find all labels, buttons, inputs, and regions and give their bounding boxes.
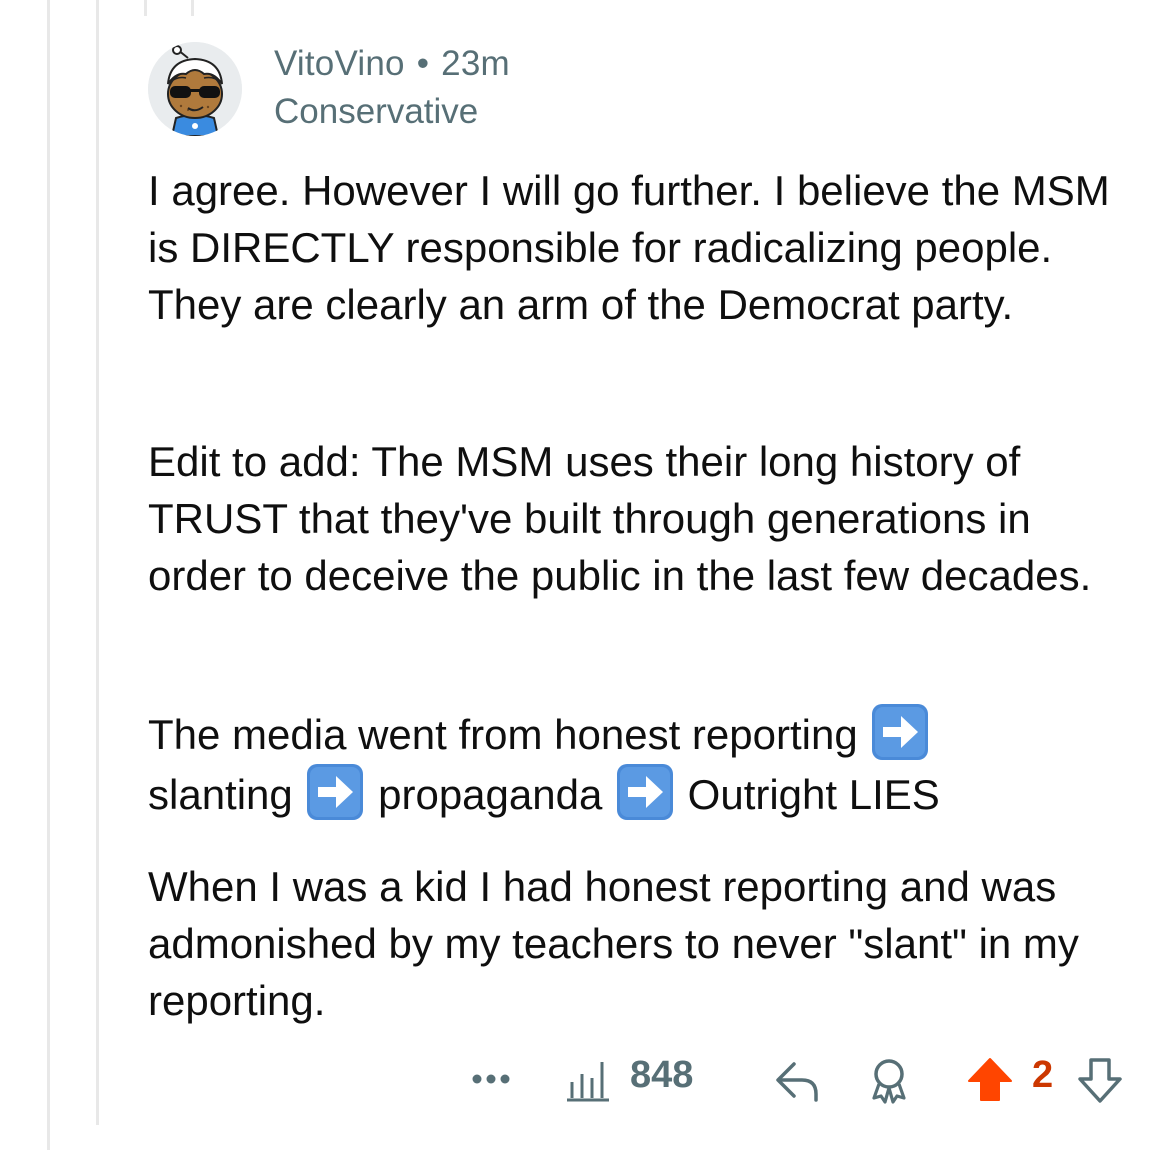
comment-paragraph: Edit to add: The MSM uses their long his… <box>148 438 1092 599</box>
paragraph-segment: slanting <box>148 771 293 818</box>
paragraph-segment: The media went from honest reporting <box>148 711 858 758</box>
thread-line <box>144 0 147 16</box>
user-flair: Conservative <box>274 92 479 131</box>
vote-count: 2 <box>1032 1054 1054 1096</box>
thread-line <box>47 0 50 1150</box>
award-icon[interactable] <box>866 1056 912 1104</box>
thread-line <box>191 0 194 16</box>
views-count: 848 <box>630 1054 694 1096</box>
downvote-arrow-icon[interactable] <box>1076 1056 1124 1104</box>
upvote-arrow-icon[interactable] <box>966 1056 1014 1104</box>
comment-paragraph: I agree. However I will go further. I be… <box>148 167 1110 328</box>
snoo-avatar-icon <box>148 42 242 136</box>
right-arrow-emoji-icon <box>307 764 364 820</box>
reply-arrow-icon[interactable] <box>772 1058 822 1104</box>
avatar[interactable] <box>148 42 242 136</box>
comment-paragraph: The media went from honest reporting sla… <box>148 703 1138 823</box>
more-dots-icon[interactable] <box>470 1062 514 1096</box>
comment-header: VitoVino • 23m <box>274 44 510 84</box>
views-chart-icon[interactable] <box>563 1058 613 1104</box>
paragraph-segment: Outright LIES <box>687 771 940 818</box>
right-arrow-emoji-icon <box>617 764 673 820</box>
comment-paragraph: When I was a kid I had honest reporting … <box>148 863 1079 1024</box>
username[interactable]: VitoVino <box>274 44 405 83</box>
right-arrow-emoji-icon <box>872 704 929 760</box>
thread-line <box>96 0 99 1125</box>
meta-separator: • <box>416 44 430 83</box>
timestamp: 23m <box>441 44 510 83</box>
paragraph-segment: propaganda <box>378 771 603 818</box>
